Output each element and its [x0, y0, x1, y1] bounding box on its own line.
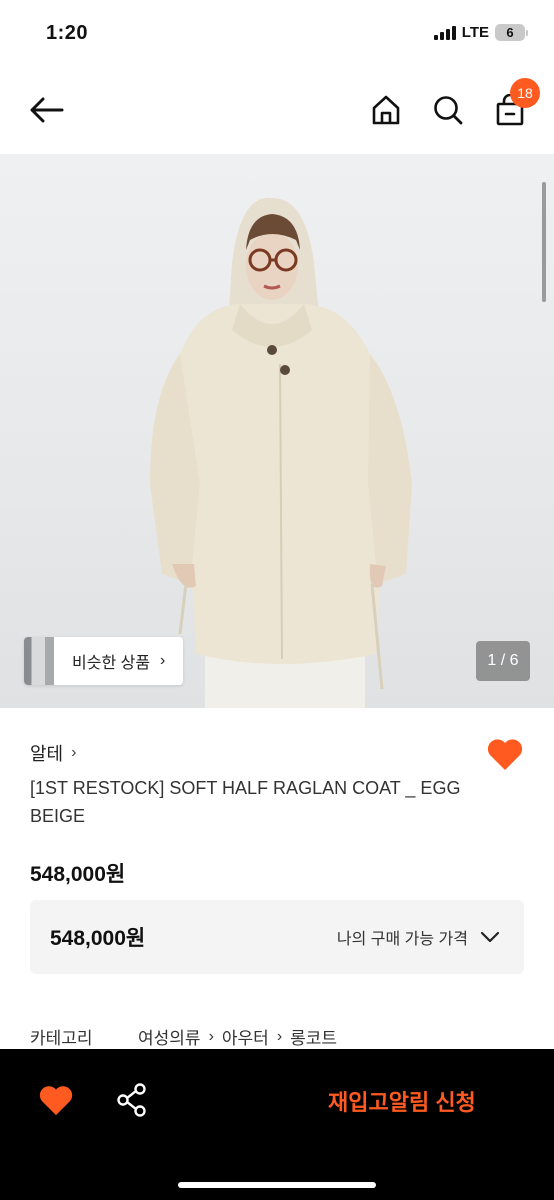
heart-filled-icon: [487, 739, 523, 770]
top-nav: 18: [0, 66, 554, 154]
brand-name: 알테: [30, 744, 64, 764]
home-icon: [372, 95, 400, 125]
chevron-right-icon: ›: [276, 1027, 283, 1045]
status-bar: 1:20 LTE 6: [0, 0, 554, 66]
search-button[interactable]: [428, 90, 468, 130]
share-button[interactable]: [116, 1083, 148, 1117]
status-indicators: LTE 6: [433, 24, 528, 41]
heart-filled-icon: [39, 1086, 73, 1116]
category-crumb[interactable]: 여성의류: [138, 1024, 201, 1049]
category-crumb[interactable]: 아우터: [222, 1024, 269, 1049]
home-indicator: [178, 1182, 376, 1188]
category-breadcrumb: 여성의류 › 아우터 › 롱코트: [138, 1024, 337, 1049]
similar-products-button[interactable]: 비슷한 상품 ›: [24, 637, 184, 685]
signal-icon: [433, 25, 456, 40]
arrow-left-icon: [30, 97, 64, 123]
product-image-gallery[interactable]: 비슷한 상품 › 1 / 6: [0, 154, 554, 708]
product-title: [1ST RESTOCK] SOFT HALF RAGLAN COAT _ EG…: [30, 778, 461, 826]
restock-alert-button[interactable]: 재입고알림 신청: [328, 1085, 476, 1117]
back-button[interactable]: [26, 90, 66, 130]
share-icon: [117, 1083, 146, 1117]
category-crumb[interactable]: 롱코트: [290, 1024, 337, 1049]
bottom-like-button[interactable]: [38, 1083, 74, 1117]
network-label: LTE: [461, 24, 489, 41]
home-button[interactable]: [366, 90, 406, 130]
category-label: 카테고리: [30, 1029, 93, 1048]
my-price-dropdown[interactable]: 548,000원 나의 구매 가능 가격: [30, 900, 524, 974]
similar-product-thumbnail: [24, 637, 54, 685]
similar-products-label: 비슷한 상품: [72, 655, 151, 672]
image-scroll-indicator: [542, 182, 546, 302]
brand-link[interactable]: 알테 ›: [30, 740, 76, 766]
chevron-right-icon: ›: [160, 652, 166, 669]
battery-level: 6: [506, 25, 514, 40]
product-photo: [150, 197, 412, 708]
wishlist-heart-button[interactable]: [486, 736, 524, 772]
image-counter: 1 / 6: [476, 641, 530, 681]
search-icon: [434, 96, 463, 125]
category-row: 카테고리 여성의류 › 아우터 › 롱코트: [30, 1024, 337, 1049]
product-price: 548,000원: [30, 863, 126, 886]
battery-icon: 6: [495, 24, 528, 41]
my-price-value: 548,000원: [50, 927, 146, 950]
cart-button[interactable]: 18: [490, 78, 540, 130]
my-price-label: 나의 구매 가능 가격: [336, 931, 468, 948]
bottom-action-bar: 재입고알림 신청: [0, 1049, 554, 1200]
status-time: 1:20: [46, 22, 89, 44]
chevron-down-icon: [480, 931, 500, 943]
chevron-right-icon: ›: [208, 1027, 214, 1045]
cart-count-badge: 18: [510, 78, 540, 108]
chevron-right-icon: ›: [71, 744, 77, 761]
